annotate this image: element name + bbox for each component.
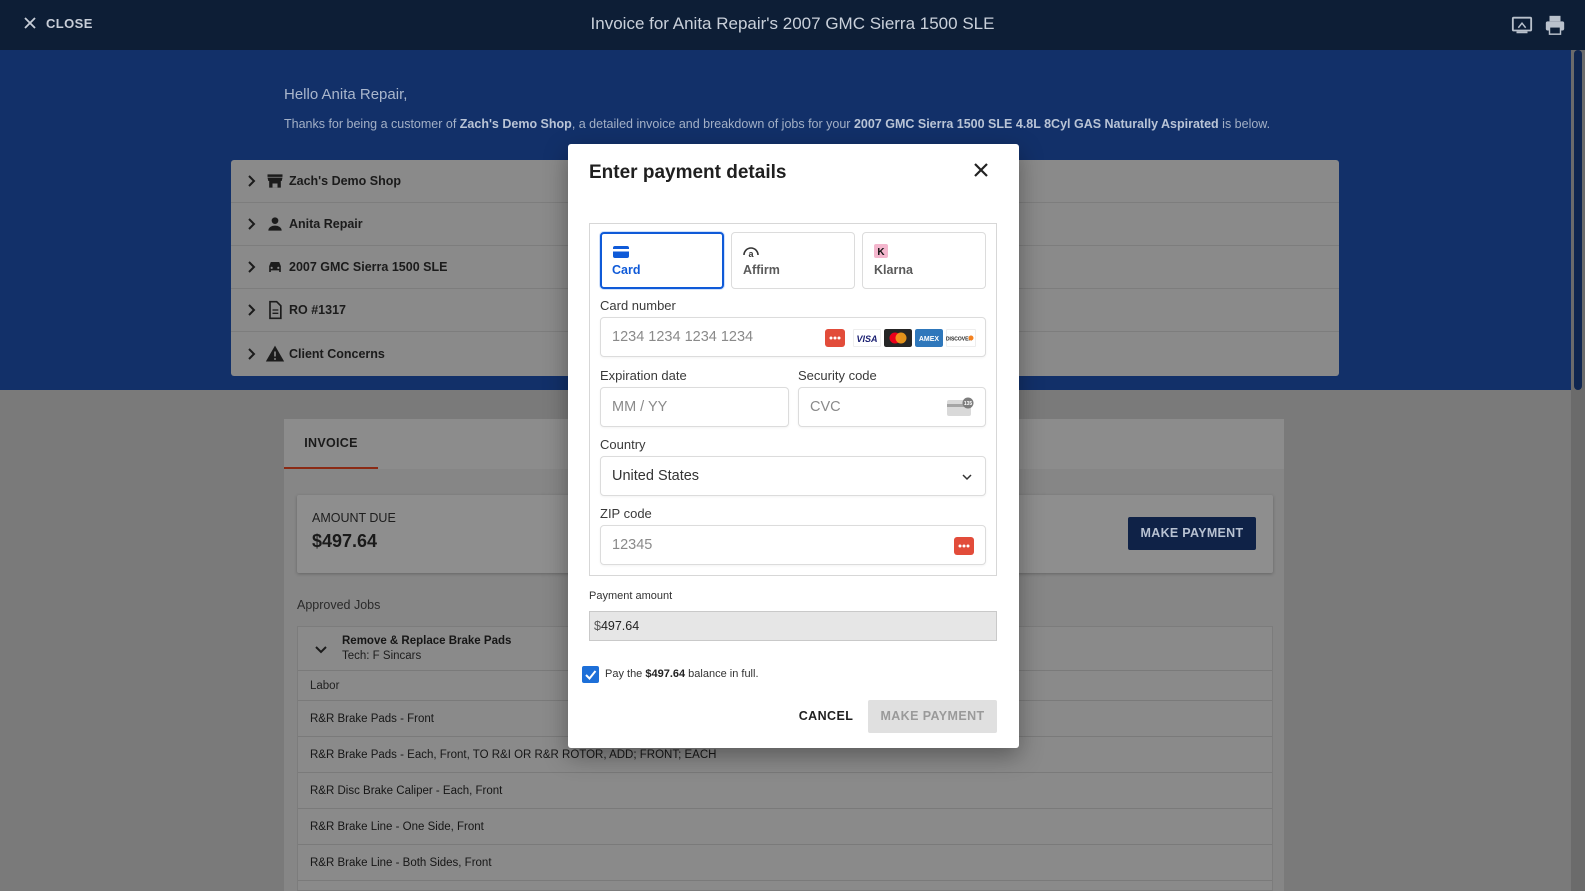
card-number-label: Card number bbox=[600, 298, 676, 313]
job-tech: Tech: F Sincars bbox=[342, 650, 422, 662]
intro-pre: Thanks for being a customer of bbox=[284, 117, 460, 131]
intro-vehicle: 2007 GMC Sierra 1500 SLE 4.8L 8Cyl GAS N… bbox=[853, 117, 1219, 131]
job-title: Remove & Replace Brake Pads bbox=[342, 635, 512, 647]
labor-row: R&R Brake Line - Both Sides, Front bbox=[298, 845, 1272, 881]
mastercard-icon bbox=[884, 329, 912, 347]
klarna-icon: K bbox=[874, 244, 888, 258]
panel-label: RO #1317 bbox=[289, 303, 346, 317]
svg-text:K: K bbox=[877, 247, 885, 258]
method-affirm-tab[interactable]: a Affirm bbox=[731, 232, 855, 289]
intro-text: Thanks for being a customer of Zach's De… bbox=[284, 117, 1270, 131]
page-scrollbar[interactable] bbox=[1571, 50, 1585, 891]
scrollbar-thumb[interactable] bbox=[1574, 50, 1582, 390]
checkmark-icon bbox=[585, 670, 597, 680]
expiration-input[interactable] bbox=[612, 388, 743, 426]
approved-jobs-label: Approved Jobs bbox=[297, 598, 381, 612]
print-icon[interactable] bbox=[1544, 14, 1566, 36]
svg-text:VISA: VISA bbox=[856, 334, 877, 344]
amount-due-value: $497.64 bbox=[312, 531, 378, 551]
pay-full-post: balance in full. bbox=[685, 668, 759, 680]
amex-icon: AMEX bbox=[915, 329, 943, 347]
autofill-icon[interactable] bbox=[825, 329, 845, 347]
discover-icon: DISCOVER bbox=[946, 329, 976, 347]
security-code-field[interactable]: 135 bbox=[798, 387, 986, 427]
payment-modal: Enter payment details Card a Affirm K Kl… bbox=[568, 144, 1019, 748]
visa-icon: VISA bbox=[853, 329, 881, 347]
method-klarna-label: Klarna bbox=[874, 263, 913, 277]
labor-row: R&R Disc Brake Caliper - Each, Front bbox=[298, 773, 1272, 809]
make-payment-button[interactable]: MAKE PAYMENT bbox=[1128, 517, 1256, 550]
top-bar: CLOSE Invoice for Anita Repair's 2007 GM… bbox=[0, 0, 1585, 50]
pay-full-amount: $497.64 bbox=[645, 668, 686, 680]
modal-title: Enter payment details bbox=[589, 162, 787, 183]
pay-full-text: Pay the $497.64 balance in full. bbox=[605, 668, 759, 680]
svg-text:AMEX: AMEX bbox=[919, 336, 940, 343]
chevron-down-icon bbox=[962, 474, 972, 481]
pay-full-pre: Pay the bbox=[605, 668, 646, 680]
country-value: United States bbox=[612, 468, 700, 484]
chevron-right-icon bbox=[248, 175, 256, 187]
intro-shop-name: Zach's Demo Shop bbox=[459, 117, 572, 131]
method-card-tab[interactable]: Card bbox=[600, 232, 724, 289]
payment-element: Card a Affirm K Klarna Card number VISA … bbox=[589, 223, 997, 576]
labor-row: R&R Brake Line - One Side, Front bbox=[298, 809, 1272, 845]
cancel-button[interactable]: CANCEL bbox=[791, 700, 861, 733]
intro-mid: , a detailed invoice and breakdown of jo… bbox=[571, 117, 854, 131]
panel-label: Zach's Demo Shop bbox=[289, 174, 402, 188]
credit-card-icon bbox=[613, 246, 629, 258]
person-icon bbox=[268, 217, 282, 231]
greeting: Hello Anita Repair, bbox=[284, 86, 408, 103]
document-icon bbox=[269, 300, 282, 320]
chevron-down-icon[interactable] bbox=[313, 641, 329, 657]
warning-icon bbox=[265, 345, 285, 361]
affirm-icon: a bbox=[743, 247, 759, 259]
currency-symbol: $ bbox=[594, 619, 601, 633]
amount-due-label: AMOUNT DUE bbox=[312, 511, 396, 525]
modal-make-payment-button[interactable]: MAKE PAYMENT bbox=[868, 700, 997, 733]
zip-field[interactable] bbox=[600, 525, 986, 565]
method-affirm-label: Affirm bbox=[743, 263, 780, 277]
close-icon[interactable] bbox=[970, 159, 992, 181]
screen-share-icon[interactable] bbox=[1511, 14, 1533, 36]
pay-full-checkbox[interactable] bbox=[582, 666, 599, 683]
zip-input[interactable] bbox=[612, 526, 881, 564]
security-code-label: Security code bbox=[798, 368, 877, 383]
tab-invoice[interactable]: INVOICE bbox=[284, 419, 378, 469]
chevron-right-icon bbox=[248, 218, 256, 230]
panel-label: Anita Repair bbox=[289, 217, 363, 231]
intro-post: is below. bbox=[1218, 117, 1271, 131]
chevron-right-icon bbox=[248, 304, 256, 316]
chevron-right-icon bbox=[248, 261, 256, 273]
cvc-hint-text: 135 bbox=[964, 401, 973, 407]
card-number-field[interactable]: VISA AMEX DISCOVER bbox=[600, 317, 986, 357]
expiration-field[interactable] bbox=[600, 387, 789, 427]
autofill-icon[interactable] bbox=[954, 537, 974, 555]
cvc-card-icon: 135 bbox=[947, 397, 974, 416]
store-icon bbox=[267, 174, 283, 188]
page-title: Invoice for Anita Repair's 2007 GMC Sier… bbox=[590, 14, 995, 33]
country-select[interactable]: United States bbox=[600, 456, 986, 496]
payment-amount-label: Payment amount bbox=[589, 590, 673, 602]
payment-amount-value: 497.64 bbox=[600, 619, 640, 633]
country-label: Country bbox=[600, 437, 646, 452]
security-code-input[interactable] bbox=[810, 388, 941, 426]
svg-text:a: a bbox=[748, 249, 754, 259]
chevron-right-icon bbox=[248, 347, 256, 360]
method-card-label: Card bbox=[612, 263, 641, 277]
svg-text:DISCOVER: DISCOVER bbox=[946, 337, 972, 343]
car-icon bbox=[269, 262, 281, 272]
expiration-label: Expiration date bbox=[600, 368, 687, 383]
panel-label: Client Concerns bbox=[289, 346, 385, 361]
panel-label: 2007 GMC Sierra 1500 SLE bbox=[289, 260, 448, 274]
method-klarna-tab[interactable]: K Klarna bbox=[862, 232, 986, 289]
payment-amount-field: $497.64 bbox=[589, 611, 997, 641]
zip-label: ZIP code bbox=[600, 506, 652, 521]
